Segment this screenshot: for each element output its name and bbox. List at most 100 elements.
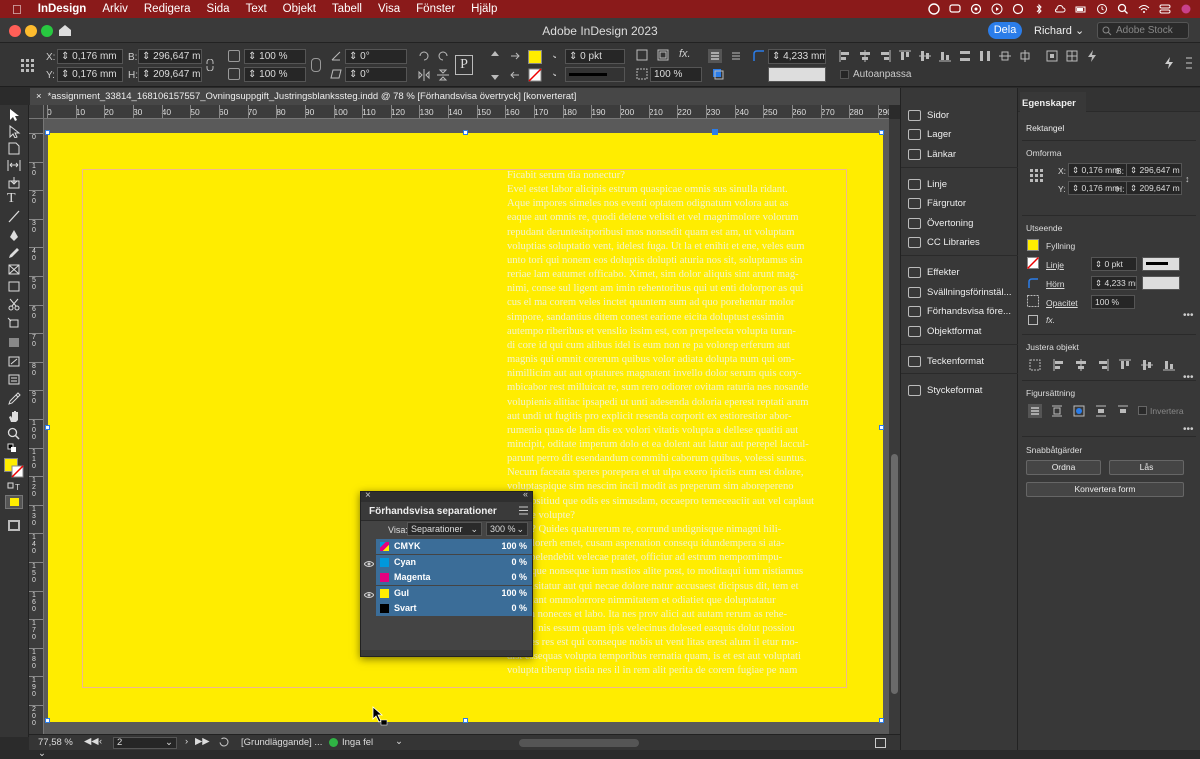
selection-handle[interactable] — [879, 718, 884, 723]
gap-tool-icon[interactable] — [7, 159, 21, 172]
align-to-icon[interactable] — [1028, 358, 1042, 372]
align-top-edges-icon[interactable] — [898, 49, 912, 63]
dock-item[interactable]: Effekter — [908, 264, 960, 281]
menu-visa[interactable]: Visa — [370, 3, 408, 15]
scale-y-field[interactable]: ⇕ 100 % — [244, 67, 306, 82]
drop-shadow-icon[interactable] — [712, 68, 724, 80]
eye-icon[interactable] — [363, 559, 375, 567]
time-machine-icon[interactable] — [1096, 3, 1108, 15]
bluetooth-icon[interactable] — [1033, 3, 1045, 15]
stroke-label[interactable]: Linje — [1046, 260, 1064, 270]
close-icon[interactable]: × — [36, 91, 42, 102]
stroke-weight-field[interactable]: ⇕ 0 pkt — [1091, 257, 1137, 271]
selection-handle[interactable] — [45, 718, 50, 723]
align-hcenter-icon[interactable] — [858, 49, 872, 63]
scissors-tool-icon[interactable] — [7, 298, 21, 311]
gradient-feather-tool-icon[interactable] — [7, 355, 21, 368]
select-previous-icon[interactable] — [508, 68, 522, 82]
align-left-edges-icon[interactable] — [1052, 358, 1066, 372]
lightning-icon[interactable] — [1162, 56, 1176, 70]
paragraph-direction-icon[interactable]: P — [455, 55, 473, 75]
dock-item[interactable]: Lager — [908, 126, 951, 143]
selection-handle[interactable] — [45, 425, 50, 430]
constrain-proportions-icon[interactable] — [205, 59, 215, 71]
eyedropper-tool-icon[interactable] — [7, 392, 21, 405]
stroke-color-swatch-icon[interactable] — [11, 465, 24, 478]
panel-menu-icon[interactable] — [519, 506, 528, 515]
more-options-icon[interactable]: ••• — [1183, 424, 1194, 435]
menu-text[interactable]: Text — [238, 3, 275, 15]
zoom-tool-icon[interactable] — [7, 427, 21, 440]
rotate-cw-icon[interactable] — [417, 49, 431, 63]
direct-selection-tool-icon[interactable] — [7, 125, 21, 138]
text-frame[interactable]: Ficabit serum dia nonectur? Evel estet la… — [507, 169, 847, 688]
zoom-level-field[interactable]: 77,58 % ⌄ — [38, 737, 80, 759]
width-field[interactable]: ⇕ 296,647 mm — [138, 49, 202, 64]
select-content-icon[interactable] — [488, 68, 502, 82]
properties-tab[interactable]: Egenskaper — [1022, 98, 1076, 109]
prev-page-icon[interactable]: ‹ — [99, 736, 102, 747]
panel-menu-icon[interactable] — [1186, 56, 1192, 70]
collapse-icon[interactable]: « — [523, 489, 528, 499]
corner-shape-dropdown[interactable] — [768, 67, 826, 82]
corner-options-icon[interactable] — [752, 49, 766, 63]
text-wrap-icon[interactable] — [636, 49, 648, 61]
free-transform-tool-icon[interactable] — [7, 317, 21, 330]
user-menu[interactable]: Richard ⌄ — [1034, 24, 1084, 37]
first-page-icon[interactable]: ◀◀ — [84, 736, 99, 747]
align-vcenter-icon[interactable] — [918, 49, 932, 63]
dock-item[interactable]: Länkar — [908, 146, 956, 163]
opacity-label[interactable]: Opacitet — [1046, 298, 1078, 308]
no-wrap-icon[interactable] — [1028, 404, 1042, 418]
dock-item[interactable]: Färgrutor — [908, 195, 966, 212]
fill-swatch[interactable] — [528, 50, 542, 64]
vertical-scrollbar-thumb[interactable] — [891, 454, 898, 694]
corner-label[interactable]: Hörn — [1046, 279, 1064, 289]
type-tool-icon[interactable]: T — [7, 192, 21, 206]
fill-swatch[interactable] — [1027, 239, 1039, 251]
stroke-swatch-none-icon[interactable] — [1027, 257, 1039, 269]
link-scale-icon[interactable] — [311, 58, 321, 72]
corner-options-handle[interactable] — [712, 129, 718, 135]
separation-row[interactable]: CMYK 100 % — [376, 539, 532, 554]
align-vcenter-icon[interactable] — [1140, 358, 1154, 372]
siri-icon[interactable] — [1180, 3, 1192, 15]
horizontal-ruler[interactable]: 0 10 20 30 40 50 60 70 80 90 100 110 120 130 140 150 160… — [44, 105, 889, 119]
stroke-dropdown[interactable]: ⌄ — [548, 67, 556, 82]
constrain-icon[interactable]: ↕ — [1185, 174, 1190, 184]
dock-item[interactable]: CC Libraries — [908, 234, 980, 251]
apply-color-button[interactable] — [5, 495, 23, 509]
page-number-field[interactable]: 2 ⌄ — [113, 737, 177, 749]
height-field[interactable]: ⇕ 209,647 mm — [138, 67, 202, 82]
align-right-edges-icon[interactable] — [1096, 358, 1110, 372]
menu-fonster[interactable]: Fönster — [408, 3, 463, 15]
dock-item[interactable]: Styckeformat — [908, 382, 982, 399]
document-tab[interactable]: × *assignment_33814_168106157557_Ovningsu… — [30, 88, 900, 105]
panel-toggle-icon[interactable] — [875, 738, 886, 748]
line-tool-icon[interactable] — [7, 210, 21, 223]
dock-item[interactable]: Teckenformat — [908, 353, 984, 370]
distribute-h-icon[interactable] — [978, 49, 992, 63]
selection-tool-icon[interactable] — [7, 108, 21, 121]
invert-checkbox[interactable] — [1138, 406, 1147, 415]
preflight-dropdown[interactable]: ⌄ — [395, 736, 403, 747]
circle-icon[interactable] — [1012, 3, 1024, 15]
stroke-type-dropdown[interactable] — [1142, 257, 1180, 271]
align-left-edges-icon[interactable] — [838, 49, 852, 63]
normal-view-icon[interactable] — [7, 519, 21, 532]
dock-item[interactable]: Svällningsförinstäl... — [908, 284, 1011, 301]
autofit-checkbox[interactable] — [840, 70, 849, 79]
separation-row[interactable]: Gul 100 % — [376, 585, 532, 601]
height-field[interactable]: ⇕ 209,647 m — [1126, 181, 1182, 195]
selection-handle[interactable] — [879, 130, 884, 135]
width-field[interactable]: ⇕ 296,647 m — [1126, 163, 1182, 177]
cloud-icon[interactable] — [1054, 3, 1066, 15]
scale-x-field[interactable]: ⇕ 100 % — [244, 49, 306, 64]
separations-panel-titlebar[interactable]: × « — [361, 489, 532, 502]
more-options-icon[interactable]: ••• — [1183, 310, 1194, 321]
vertical-ruler[interactable]: 0 10 20 30 40 50 60 70 80 90 100 110 120 130 140 150 160… — [29, 119, 44, 734]
quick-apply-icon[interactable] — [1085, 49, 1099, 63]
align-top-edges-icon[interactable] — [1118, 358, 1132, 372]
close-icon[interactable]: × — [365, 490, 371, 501]
select-container-icon[interactable] — [488, 49, 502, 63]
